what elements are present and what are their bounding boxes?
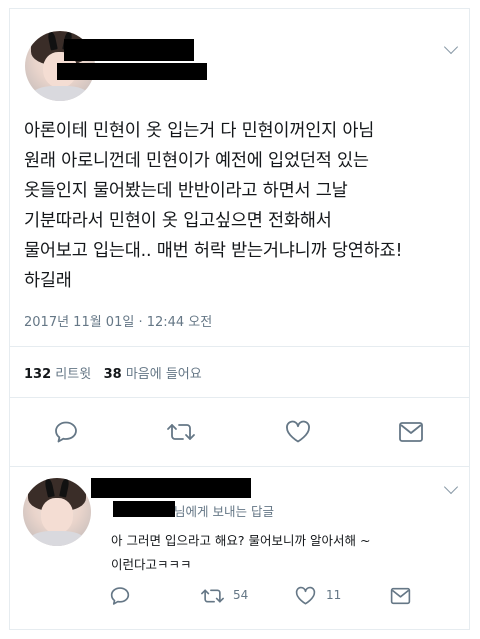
like-count[interactable]: 38 xyxy=(104,367,122,382)
like-icon[interactable] xyxy=(295,586,316,606)
message-icon[interactable] xyxy=(390,587,411,605)
tweet-stats: 132 리트윗 38 마음에 들어요 xyxy=(24,363,202,382)
divider xyxy=(10,397,469,398)
retweet-count[interactable]: 132 xyxy=(24,367,51,382)
tweet-timestamp[interactable]: 2017년 11월 01일 · 12:44 오전 xyxy=(24,311,212,330)
retweet-icon[interactable] xyxy=(200,587,225,605)
reply-icon[interactable] xyxy=(54,420,78,444)
divider xyxy=(10,466,469,467)
like-label[interactable]: 마음에 들어요 xyxy=(126,367,202,382)
redacted-username xyxy=(57,63,207,80)
reply-like-count[interactable]: 11 xyxy=(326,588,341,602)
redacted-reply-mention xyxy=(113,501,175,517)
reply-icon[interactable] xyxy=(110,586,130,606)
reply-to-label: 님에게 보내는 답글 xyxy=(174,504,274,519)
tweet-text: 아론이테 민현이 옷 입는거 다 민현이꺼인지 아님 원래 아로니껀데 민현이가… xyxy=(24,121,403,291)
retweet-label[interactable]: 리트윗 xyxy=(55,367,91,382)
message-icon[interactable] xyxy=(398,421,424,443)
redacted-reply-name xyxy=(91,478,251,498)
redacted-display-name xyxy=(64,39,194,61)
retweet-icon[interactable] xyxy=(166,421,196,443)
like-icon[interactable] xyxy=(285,420,311,444)
reply-avatar[interactable] xyxy=(23,478,91,546)
reply-retweet-count[interactable]: 54 xyxy=(233,588,248,602)
divider xyxy=(10,346,469,347)
reply-text: 아 그러면 입으라고 해요? 물어보니까 알아서해 ~ 이런다고ㅋㅋㅋ xyxy=(111,533,371,572)
